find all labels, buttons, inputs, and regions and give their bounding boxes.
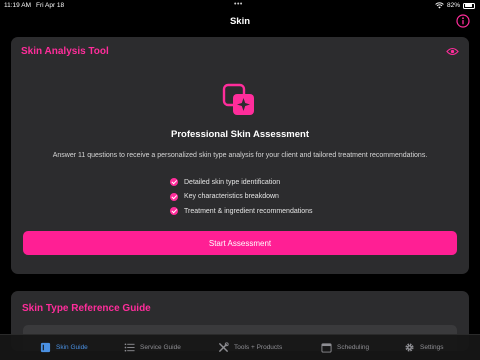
feature-item: Treatment & ingredient recommendations bbox=[170, 204, 313, 219]
feature-list: Detailed skin type identification Key ch… bbox=[170, 175, 313, 219]
list-icon bbox=[124, 343, 135, 352]
status-time: 11:19 AM bbox=[4, 2, 31, 9]
tab-tools-products[interactable]: Tools + Products bbox=[218, 342, 282, 353]
status-date: Fri Apr 18 bbox=[35, 2, 65, 9]
info-icon[interactable] bbox=[456, 14, 470, 28]
feature-label: Detailed skin type identification bbox=[184, 178, 281, 186]
battery-level bbox=[464, 4, 472, 8]
feature-label: Key characteristics breakdown bbox=[184, 193, 279, 201]
tab-scheduling[interactable]: Scheduling bbox=[321, 342, 369, 353]
feature-item: Key characteristics breakdown bbox=[170, 190, 313, 205]
tab-skin-guide[interactable]: Skin Guide bbox=[40, 342, 88, 353]
checkmark-icon bbox=[170, 207, 178, 216]
tab-label: Settings bbox=[420, 344, 444, 351]
page-title: Skin bbox=[229, 16, 251, 27]
reference-guide-title: Skin Type Reference Guide bbox=[22, 303, 151, 314]
book-icon bbox=[40, 342, 51, 353]
tab-label: Scheduling bbox=[337, 344, 370, 351]
multitasking-dots-icon[interactable]: ••• bbox=[234, 1, 243, 8]
feature-label: Treatment & ingredient recommendations bbox=[184, 207, 313, 215]
card-title: Skin Analysis Tool bbox=[21, 46, 109, 57]
gear-icon bbox=[405, 343, 414, 352]
navigation-bar: Skin bbox=[0, 10, 480, 34]
tab-bar: Skin Guide Service Guide Tools + Product… bbox=[0, 334, 480, 360]
tab-label: Service Guide bbox=[140, 344, 181, 351]
assessment-heading: Professional Skin Assessment bbox=[171, 129, 309, 140]
checkmark-icon bbox=[170, 178, 178, 187]
assessment-description: Answer 11 questions to receive a persona… bbox=[52, 152, 428, 159]
checkmark-icon bbox=[170, 192, 178, 201]
feature-item: Detailed skin type identification bbox=[170, 175, 313, 190]
wifi-icon bbox=[435, 2, 444, 9]
sparkle-squares-icon bbox=[222, 83, 254, 115]
eye-icon[interactable] bbox=[446, 46, 459, 57]
start-assessment-button[interactable]: Start Assessment bbox=[23, 231, 457, 255]
tools-icon bbox=[219, 342, 229, 352]
calendar-icon bbox=[321, 343, 332, 353]
tab-label: Tools + Products bbox=[234, 344, 283, 351]
tab-service-guide[interactable]: Service Guide bbox=[124, 342, 181, 353]
battery-icon bbox=[463, 2, 475, 9]
tab-label: Skin Guide bbox=[56, 344, 88, 351]
battery-percent: 82% bbox=[446, 2, 460, 9]
skin-analysis-card: Skin Analysis Tool Professional Skin Ass… bbox=[11, 37, 469, 274]
tab-settings[interactable]: Settings bbox=[404, 342, 444, 353]
